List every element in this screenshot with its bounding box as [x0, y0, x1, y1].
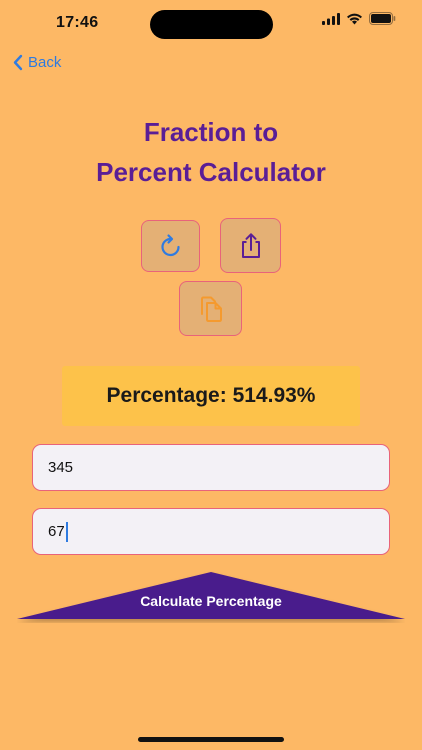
- signal-icon: [322, 12, 340, 25]
- back-label: Back: [28, 53, 62, 71]
- dynamic-island: [150, 10, 273, 39]
- share-icon: [241, 232, 260, 258]
- wifi-icon: [347, 13, 362, 24]
- refresh-button[interactable]: [141, 220, 200, 272]
- denominator-input[interactable]: 67: [32, 508, 390, 555]
- refresh-icon: [160, 234, 180, 257]
- numerator-value: 345: [48, 459, 74, 476]
- copy-icon: [200, 296, 222, 322]
- status-icons: [322, 12, 396, 25]
- denominator-value: 67: [48, 523, 65, 540]
- home-indicator: [138, 737, 284, 742]
- result-display: Percentage: 514.93%: [62, 366, 360, 426]
- page-title-line1: Fraction to: [143, 117, 279, 147]
- chevron-left-icon: [13, 54, 23, 70]
- status-time: 17:46: [56, 14, 99, 31]
- back-button[interactable]: Back: [12, 51, 61, 73]
- calculate-button[interactable]: Calculate Percentage: [17, 571, 405, 623]
- status-bar: 17:46: [0, 0, 422, 48]
- page-title-line2: Percent Calculator: [96, 157, 326, 187]
- share-button[interactable]: [220, 218, 281, 273]
- text-cursor: [65, 521, 68, 542]
- calculate-button-label: Calculate Percentage: [140, 593, 282, 609]
- result-text: Percentage: 514.93%: [106, 384, 316, 407]
- page-title: Fraction to Percent Calculator: [0, 112, 422, 192]
- copy-button[interactable]: [179, 281, 242, 336]
- battery-icon: [369, 12, 396, 25]
- numerator-input[interactable]: 345: [32, 444, 390, 491]
